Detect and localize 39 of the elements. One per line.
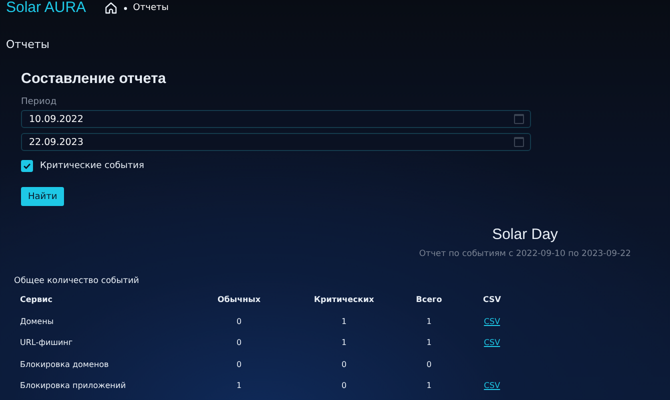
column-header: Критических [313, 295, 375, 304]
brand-logo[interactable]: Solar AURA [6, 0, 86, 16]
table-cell-text: 1 [425, 338, 433, 348]
table-cell-text: Блокировка доменов [19, 360, 110, 369]
report-subtitle: Отчет по событиям с 2022-09-10 по 2023-09-22 [418, 249, 632, 259]
csv-link[interactable]: CSV [484, 316, 500, 326]
search-button[interactable]: Найти [21, 187, 64, 206]
table-cell-text: 0 [235, 360, 243, 369]
date-field[interactable]: 22.09.2023 [21, 133, 531, 151]
csv-link[interactable]: CSV [484, 338, 500, 348]
table-cell-text: 1 [340, 338, 348, 348]
column-header: Сервис [19, 295, 54, 304]
checkbox[interactable] [21, 160, 33, 172]
table-cell-text: Блокировка приложений [19, 381, 127, 390]
field-label: Период [21, 97, 58, 107]
table-cell-text: 0 [340, 381, 348, 390]
checkbox-label: Критические события [40, 161, 144, 171]
column-header: Всего [415, 295, 443, 304]
form-title: Составление отчета [21, 71, 167, 87]
report-title: Solar Day [491, 226, 559, 243]
table-cell-text: 1 [340, 316, 348, 326]
table-cell-text: 1 [235, 381, 243, 390]
table-caption: Общее количество событий [14, 276, 140, 286]
table-cell-text: 0 [425, 360, 433, 369]
column-header: Обычных [216, 295, 262, 304]
column-header: CSV [483, 295, 501, 304]
date-field[interactable]: 10.09.2022 [21, 110, 531, 128]
table-cell-text: 0 [235, 316, 243, 326]
separator-icon [124, 6, 128, 10]
table-cell-text: URL-фишинг [19, 338, 74, 348]
page-title: Отчеты [6, 38, 50, 51]
table-cell-text: 1 [425, 381, 433, 390]
table-cell-text: 1 [425, 316, 433, 326]
home-icon[interactable] [104, 1, 118, 15]
table-cell-text: 0 [340, 360, 348, 369]
table-cell-text: 0 [235, 338, 243, 348]
csv-link[interactable]: CSV [484, 381, 500, 390]
table-cell-text: Домены [19, 316, 55, 326]
breadcrumb-item[interactable]: Отчеты [133, 1, 169, 15]
